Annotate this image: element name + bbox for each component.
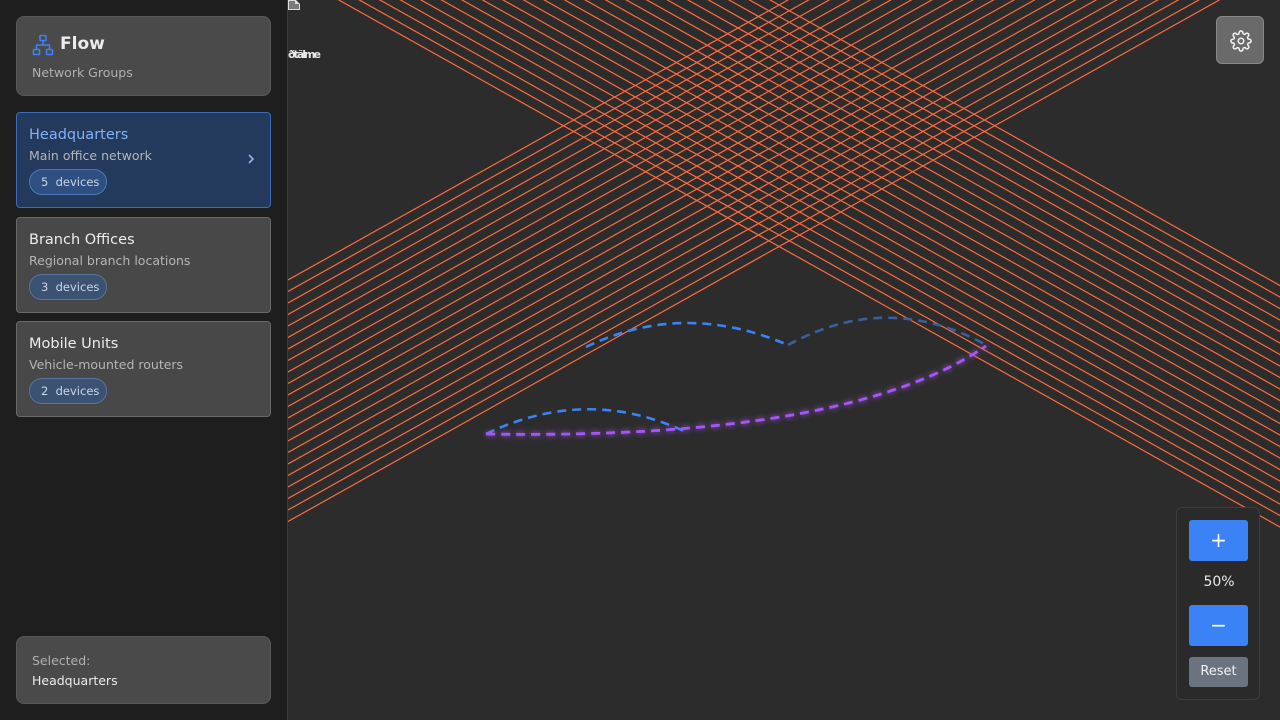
chevron-right-icon: [248, 154, 255, 164]
group-description: Regional branch locations: [29, 253, 191, 268]
connection-edge[interactable]: [585, 321, 789, 349]
group-item-branch-offices[interactable]: Branch Offices Regional branch locations…: [16, 217, 271, 313]
zoom-controls: + 50% − Reset: [1176, 507, 1260, 700]
edge-label: ðtãlme: [288, 48, 321, 61]
group-item-headquarters[interactable]: Headquarters Main office network 5 devic…: [16, 112, 271, 208]
connection-edges: [485, 316, 989, 436]
selection-panel: Selected: Headquarters: [16, 636, 271, 704]
selection-value: Headquarters: [32, 673, 118, 688]
gear-icon: [1230, 30, 1252, 52]
sidebar: Flow Network Groups Headquarters Main of…: [0, 0, 288, 720]
selection-label: Selected:: [32, 653, 91, 668]
settings-button[interactable]: [1216, 16, 1264, 64]
connection-edge[interactable]: [787, 316, 989, 348]
broken-image-icon: [288, 0, 300, 10]
zoom-level: 50%: [1203, 574, 1235, 590]
zoom-out-button[interactable]: −: [1189, 605, 1248, 646]
group-name: Mobile Units: [29, 336, 119, 352]
brand-header: Flow Network Groups: [16, 16, 271, 96]
group-description: Main office network: [29, 148, 152, 163]
network-icon: [32, 34, 54, 56]
group-item-mobile-units[interactable]: Mobile Units Vehicle-mounted routers 2 d…: [16, 321, 271, 417]
group-name: Branch Offices: [29, 232, 135, 248]
device-count-badge: 2 devices: [29, 378, 107, 404]
zoom-in-button[interactable]: +: [1189, 520, 1248, 561]
brand-title: Flow: [60, 34, 105, 54]
network-canvas[interactable]: ðtãlme: [288, 0, 1280, 720]
zoom-reset-button[interactable]: Reset: [1189, 657, 1248, 687]
group-description: Vehicle-mounted routers: [29, 357, 184, 372]
app-root: Flow Network Groups Headquarters Main of…: [0, 0, 1280, 720]
device-count-badge: 3 devices: [29, 274, 107, 300]
group-name: Headquarters: [29, 127, 129, 143]
brand-subtitle: Network Groups: [32, 65, 133, 80]
connection-edge[interactable]: [485, 344, 987, 436]
device-count-badge: 5 devices: [29, 169, 107, 195]
